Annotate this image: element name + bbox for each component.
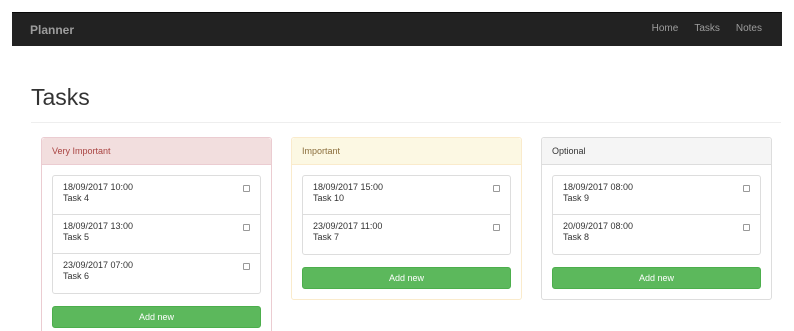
add-new-button[interactable]: Add new xyxy=(52,306,261,328)
task-checkbox[interactable] xyxy=(493,224,500,231)
panel-important: Important 18/09/2017 15:00 Task 10 23/09… xyxy=(291,137,522,300)
task-list: 18/09/2017 10:00 Task 4 18/09/2017 13:00… xyxy=(52,175,261,294)
add-new-button[interactable]: Add new xyxy=(302,267,511,289)
panel-optional: Optional 18/09/2017 08:00 Task 9 20/09/2… xyxy=(541,137,772,300)
panel-heading: Important xyxy=(292,138,521,165)
task-item: 18/09/2017 08:00 Task 9 xyxy=(553,176,760,215)
panel-very-important: Very Important 18/09/2017 10:00 Task 4 1… xyxy=(41,137,272,331)
page-title: Tasks xyxy=(31,84,90,110)
task-checkbox[interactable] xyxy=(743,185,750,192)
task-name: Task 5 xyxy=(63,232,90,242)
task-name: Task 7 xyxy=(313,232,340,242)
panel-body: 18/09/2017 15:00 Task 10 23/09/2017 11:0… xyxy=(292,165,521,299)
task-item: 18/09/2017 13:00 Task 5 xyxy=(53,215,260,254)
task-name: Task 8 xyxy=(563,232,590,242)
task-date: 20/09/2017 08:00 xyxy=(563,221,634,231)
task-item: 18/09/2017 10:00 Task 4 xyxy=(53,176,260,215)
task-item: 18/09/2017 15:00 Task 10 xyxy=(303,176,510,215)
task-date: 18/09/2017 10:00 xyxy=(63,182,134,192)
task-date: 18/09/2017 15:00 xyxy=(313,182,384,192)
nav-link-home[interactable]: Home xyxy=(644,13,687,47)
panel-body: 18/09/2017 10:00 Task 4 18/09/2017 13:00… xyxy=(42,165,271,331)
task-name: Task 10 xyxy=(313,193,345,203)
task-checkbox[interactable] xyxy=(243,224,250,231)
task-item: 23/09/2017 11:00 Task 7 xyxy=(303,215,510,254)
task-checkbox[interactable] xyxy=(493,185,500,192)
nav-link-tasks[interactable]: Tasks xyxy=(686,13,728,47)
header-divider xyxy=(31,122,781,123)
task-date: 23/09/2017 11:00 xyxy=(313,221,383,231)
task-checkbox[interactable] xyxy=(243,185,250,192)
task-name: Task 6 xyxy=(63,271,90,281)
task-checkbox[interactable] xyxy=(243,263,250,270)
navbar-brand[interactable]: Planner xyxy=(30,23,74,37)
task-list: 18/09/2017 15:00 Task 10 23/09/2017 11:0… xyxy=(302,175,511,255)
add-new-button[interactable]: Add new xyxy=(552,267,761,289)
task-checkbox[interactable] xyxy=(743,224,750,231)
navbar: Planner Home Tasks Notes xyxy=(12,12,782,46)
task-item: 20/09/2017 08:00 Task 8 xyxy=(553,215,760,254)
task-name: Task 4 xyxy=(63,193,90,203)
task-date: 18/09/2017 08:00 xyxy=(563,182,634,192)
task-list: 18/09/2017 08:00 Task 9 20/09/2017 08:00… xyxy=(552,175,761,255)
task-item: 23/09/2017 07:00 Task 6 xyxy=(53,254,260,293)
panel-body: 18/09/2017 08:00 Task 9 20/09/2017 08:00… xyxy=(542,165,771,299)
nav-links: Home Tasks Notes xyxy=(644,13,782,47)
task-name: Task 9 xyxy=(563,193,590,203)
nav-link-notes[interactable]: Notes xyxy=(728,13,782,47)
panel-heading: Optional xyxy=(542,138,771,165)
task-date: 23/09/2017 07:00 xyxy=(63,260,134,270)
panel-heading: Very Important xyxy=(42,138,271,165)
task-date: 18/09/2017 13:00 xyxy=(63,221,134,231)
